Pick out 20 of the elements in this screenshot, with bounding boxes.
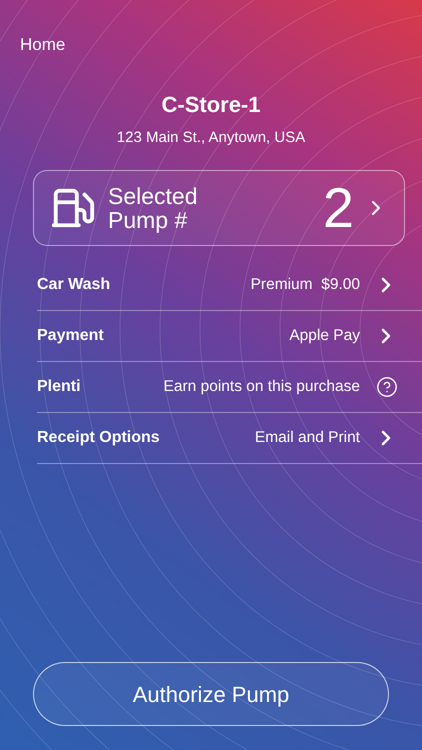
option-value: Apple Pay <box>289 326 360 346</box>
store-name: C-Store-1 <box>161 91 260 119</box>
option-row[interactable]: Plenti Earn points on this purchase <box>37 362 422 412</box>
option-row[interactable]: Receipt Options Email and Print <box>37 412 422 464</box>
option-label: Car Wash <box>37 274 110 294</box>
option-value: Email and Print <box>254 428 360 448</box>
option-label: Receipt Options <box>37 428 160 448</box>
pump-number: 2 <box>322 180 354 236</box>
store-address: 123 Main St., Anytown, USA <box>116 128 306 148</box>
option-row[interactable]: Car Wash Premium $9.00 <box>37 260 422 310</box>
pump-label: Selected Pump # <box>108 184 199 232</box>
pump-card[interactable]: Selected Pump # 2 <box>33 170 405 246</box>
home-link[interactable]: Home <box>20 35 66 54</box>
help-icon[interactable] <box>376 376 398 398</box>
option-label: Payment <box>37 326 104 346</box>
option-value: Earn points on this purchase <box>164 376 360 397</box>
authorize-button[interactable]: Authorize Pump <box>33 662 389 726</box>
option-value: Premium $9.00 <box>250 274 360 295</box>
option-label: Plenti <box>37 376 81 396</box>
option-row[interactable]: Payment Apple Pay <box>37 310 422 362</box>
